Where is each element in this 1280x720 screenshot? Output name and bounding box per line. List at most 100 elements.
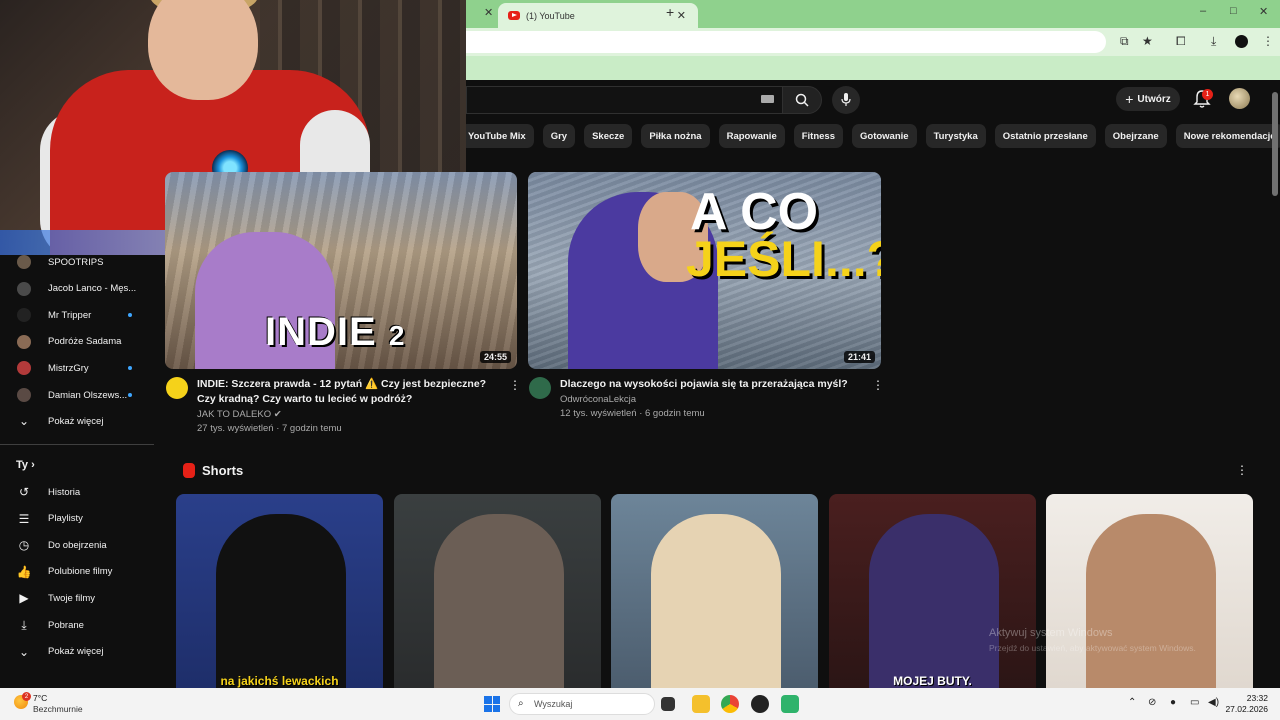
chip[interactable]: Turystyka	[925, 124, 986, 148]
notification-badge: 1	[1202, 89, 1213, 100]
clock-date[interactable]: 27.02.2026	[1222, 704, 1268, 714]
shorts-menu-icon[interactable]: ⋮	[1236, 463, 1248, 477]
chip[interactable]: Gry	[542, 124, 576, 148]
video-duration: 21:41	[843, 351, 875, 363]
chevron-down-icon: ⌄	[18, 414, 30, 428]
sidebar-item-label: Twoje filmy	[48, 592, 95, 604]
close-tab-icon[interactable]: ✕	[484, 6, 493, 19]
channel-avatar[interactable]	[529, 377, 551, 399]
show-more-you[interactable]: ⌄ Pokaż więcej	[0, 639, 154, 665]
video-thumbnail[interactable]: A CO JEŚLI...? 21:41	[528, 172, 881, 369]
video-stats: 12 tys. wyświetleń · 6 godzin temu	[560, 408, 705, 419]
subscription-item[interactable]: Jacob Lanco - Męs...	[0, 276, 154, 302]
subscription-item[interactable]: MistrzGry	[0, 355, 154, 381]
subscription-item[interactable]: Podróże Sadama	[0, 329, 154, 355]
chip[interactable]: Piłka nożna	[641, 124, 710, 148]
thumbnail-text-line2: JEŚLI...?	[686, 231, 881, 287]
chip[interactable]: Gotowanie	[852, 124, 917, 148]
taskbar-search-input[interactable]: ⌕ Wyszukaj	[509, 693, 655, 715]
video-menu-icon[interactable]: ⋮	[509, 378, 521, 392]
chrome-icon[interactable]	[721, 695, 739, 713]
network-off-icon[interactable]: ⊘	[1148, 697, 1156, 708]
you-section-heading[interactable]: Ty ›	[16, 459, 35, 471]
profile-icon[interactable]	[1235, 35, 1248, 48]
sidebar-item[interactable]: ⤓ Pobrane	[0, 612, 154, 638]
file-explorer-icon[interactable]	[692, 695, 710, 713]
short-card[interactable]	[394, 494, 601, 688]
sidebar-item[interactable]: ▶ Twoje filmy	[0, 585, 154, 611]
display-icon[interactable]: ▭	[1190, 697, 1199, 708]
sidebar: SPOOTRIPS Jacob Lanco - Męs... Mr Tripper P…	[0, 255, 154, 688]
channel-name[interactable]: JAK TO DALEKO ✔	[197, 409, 282, 420]
short-card[interactable]	[1046, 494, 1253, 688]
short-card[interactable]: MOJEJ BUTY.	[829, 494, 1036, 688]
thumbnail-text: INDIE 2	[265, 310, 406, 354]
microphone-tray-icon[interactable]: ●	[1170, 697, 1176, 708]
chip[interactable]: Obejrzane	[1104, 124, 1167, 148]
search-icon	[795, 93, 809, 107]
channel-avatar[interactable]	[166, 377, 188, 399]
close-tab-icon[interactable]: ✕	[677, 9, 686, 22]
sidebar-item[interactable]: ↺ Historia	[0, 479, 154, 505]
subscription-item[interactable]: SPOOTRIPS	[0, 249, 154, 275]
verified-icon: ✔	[273, 409, 282, 420]
chip[interactable]: YouTube Mix	[460, 124, 534, 148]
clock-time[interactable]: 23:32	[1230, 693, 1268, 703]
chip[interactable]: Rapowanie	[718, 124, 785, 148]
search-button[interactable]	[782, 86, 822, 114]
download-icon[interactable]: ⤓	[1211, 34, 1216, 49]
maximize-button[interactable]: □	[1230, 5, 1237, 17]
short-card[interactable]: na jakichś lewackich	[176, 494, 383, 688]
sidebar-item-label: Playlisty	[48, 513, 83, 525]
new-content-dot	[128, 313, 132, 318]
keyboard-icon[interactable]	[761, 95, 774, 103]
extensions-icon[interactable]: ⧠	[1176, 34, 1186, 49]
sidebar-item[interactable]: ◷ Do obejrzenia	[0, 532, 154, 558]
volume-icon[interactable]: ◀)	[1208, 697, 1219, 708]
create-button[interactable]: + Utwórz	[1116, 87, 1180, 111]
minimize-button[interactable]: –	[1200, 5, 1206, 17]
chip[interactable]: Skecze	[584, 124, 633, 148]
tray-chevron-icon[interactable]: ⌃	[1128, 697, 1136, 708]
microphone-icon	[841, 93, 851, 106]
new-tab-button[interactable]: +	[666, 4, 674, 20]
channel-avatar	[17, 388, 31, 402]
like-icon: 👍	[16, 564, 32, 579]
close-window-button[interactable]: ✕	[1259, 5, 1268, 18]
show-more-subscriptions[interactable]: ⌄ Pokaż więcej	[0, 408, 154, 434]
app-icon[interactable]	[781, 695, 799, 713]
scrollbar[interactable]	[1272, 92, 1278, 196]
chip[interactable]: Nowe rekomendacje	[1175, 124, 1280, 148]
subscription-item[interactable]: Mr Tripper	[0, 302, 154, 328]
windows-start-icon[interactable]	[484, 696, 500, 712]
youtube-favicon-icon	[508, 11, 520, 20]
video-menu-icon[interactable]: ⋮	[872, 378, 884, 392]
search-input[interactable]	[466, 86, 782, 114]
chip[interactable]: Fitness	[793, 124, 843, 148]
chip[interactable]: Ostatnio przesłane	[994, 124, 1096, 148]
voice-search-button[interactable]	[832, 86, 860, 114]
video-thumbnail[interactable]: INDIE 2 24:55	[165, 172, 517, 369]
cast-icon[interactable]: ⧉	[1120, 34, 1129, 49]
show-more-subscriptions-label: Pokaż więcej	[48, 415, 104, 427]
account-avatar[interactable]	[1229, 88, 1250, 109]
sidebar-item[interactable]: 👍 Polubione filmy	[0, 559, 154, 585]
activation-watermark: Aktywuj system Windows	[989, 627, 1113, 639]
subscription-label: Podróże Sadama	[48, 336, 122, 348]
search-icon: ⌕	[518, 698, 524, 709]
video-title[interactable]: INDIE: Szczera prawda - 12 pytań ⚠️ Czy …	[197, 377, 502, 407]
watch-later-icon: ◷	[18, 538, 30, 553]
sidebar-item[interactable]: ☰ Playlisty	[0, 506, 154, 532]
subscription-label: SPOOTRIPS	[48, 256, 104, 268]
subscription-item[interactable]: Damian Olszews...	[0, 382, 154, 408]
task-view-icon[interactable]	[661, 697, 675, 711]
subscription-label: MistrzGry	[48, 362, 89, 374]
obs-icon[interactable]	[751, 695, 769, 713]
address-bar[interactable]	[466, 31, 1106, 53]
channel-avatar	[17, 361, 31, 376]
short-card[interactable]	[611, 494, 818, 688]
bookmark-star-icon[interactable]: ★	[1142, 34, 1153, 48]
menu-kebab-icon[interactable]: ⋮	[1262, 34, 1274, 48]
video-title[interactable]: Dlaczego na wysokości pojawia się ta prz…	[560, 377, 860, 392]
channel-name[interactable]: OdwróconaLekcja	[560, 394, 636, 405]
